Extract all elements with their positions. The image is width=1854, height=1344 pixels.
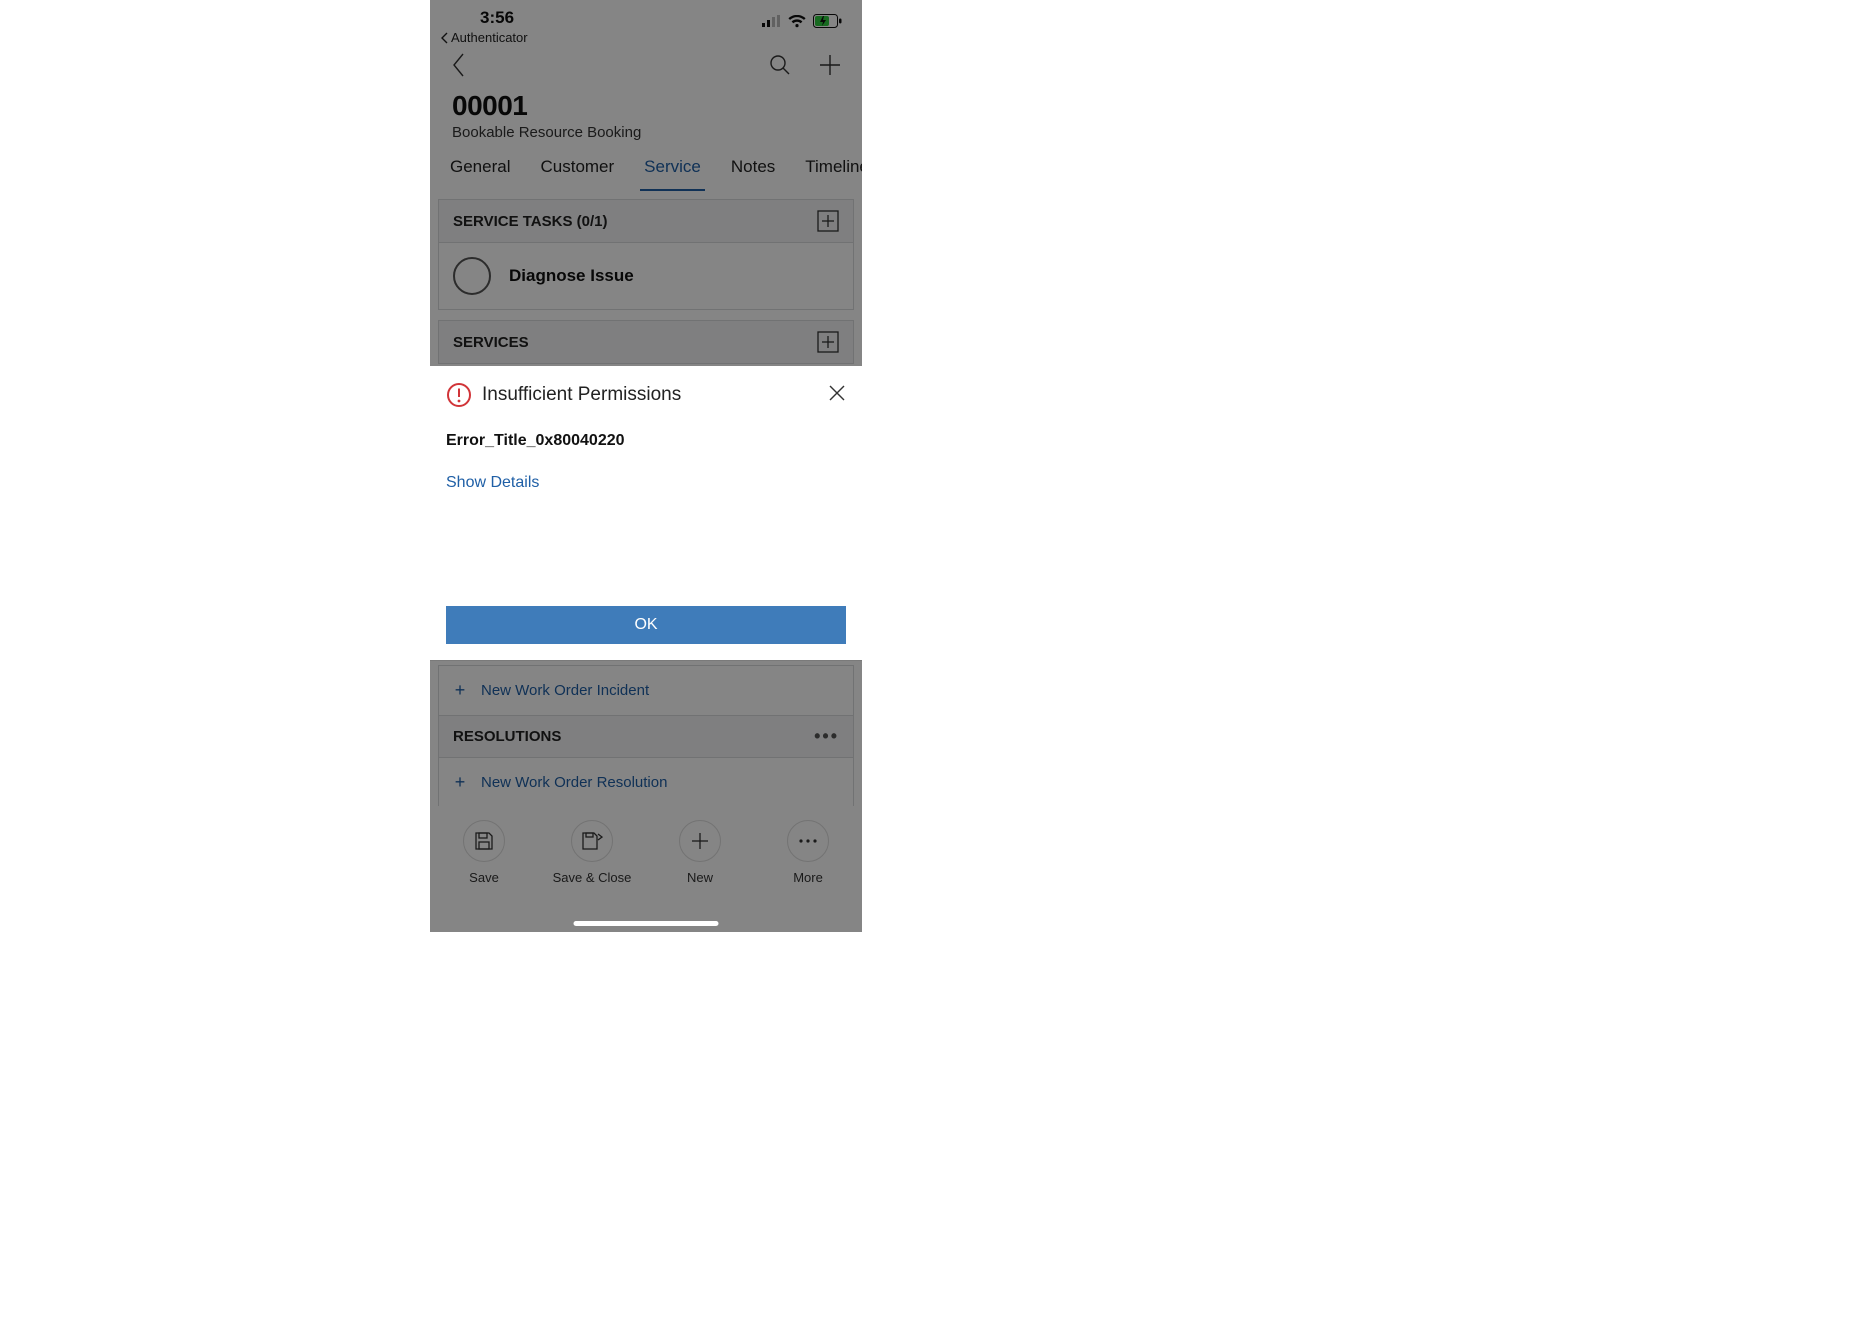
show-details-link[interactable]: Show Details bbox=[446, 474, 539, 492]
close-icon bbox=[828, 384, 846, 402]
ok-button[interactable]: OK bbox=[446, 606, 846, 644]
error-icon bbox=[446, 382, 472, 408]
dialog-close-button[interactable] bbox=[828, 384, 846, 407]
dialog-error-code: Error_Title_0x80040220 bbox=[446, 432, 846, 450]
home-indicator[interactable] bbox=[574, 921, 719, 926]
phone-frame: 3:56 Authenticator bbox=[430, 0, 862, 932]
dialog-title: Insufficient Permissions bbox=[482, 384, 681, 406]
error-dialog: Insufficient Permissions Error_Title_0x8… bbox=[430, 366, 862, 660]
